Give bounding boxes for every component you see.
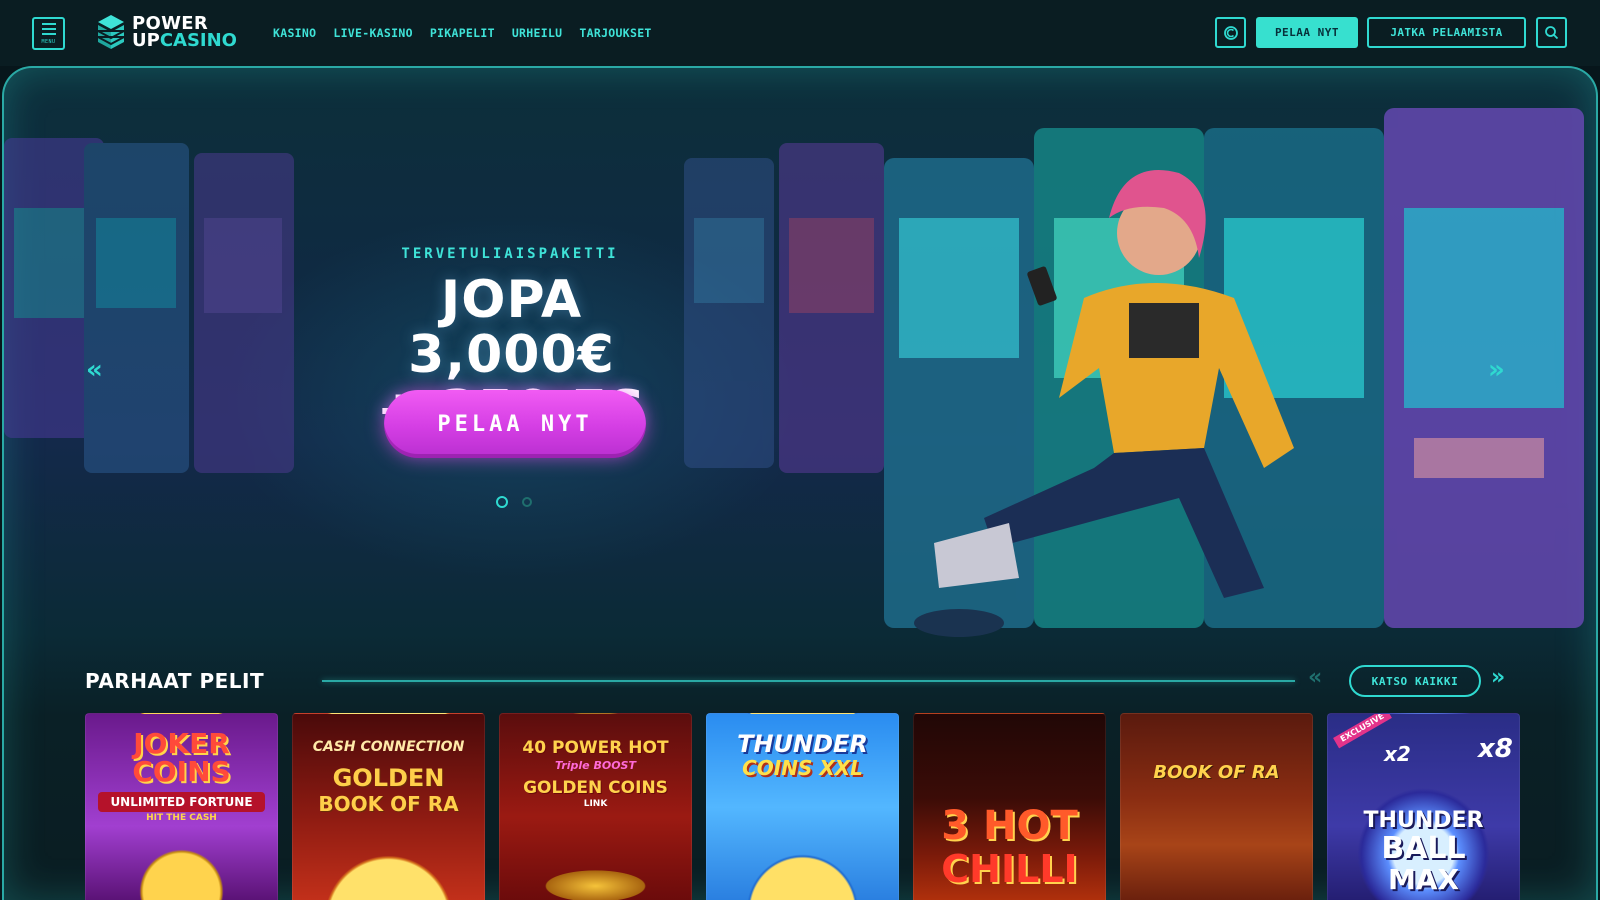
nav-urheilu[interactable]: URHEILU [512, 26, 563, 40]
games-prev-arrow-icon[interactable]: « [1308, 665, 1322, 690]
nav-live-kasino[interactable]: LIVE-KASINO [333, 26, 412, 40]
game-card[interactable]: JOKER COINS UNLIMITED FORTUNE HIT THE CA… [85, 713, 278, 900]
games-carousel: JOKER COINS UNLIMITED FORTUNE HIT THE CA… [85, 713, 1520, 900]
game-subtitle: MAX [1387, 863, 1460, 896]
nav-tarjoukset[interactable]: TARJOUKSET [579, 26, 651, 40]
hamburger-icon-bar [41, 27, 56, 30]
game-tag: LINK [583, 799, 608, 809]
logo-line2b: CASINO [159, 30, 237, 51]
game-card[interactable]: 3 HOT CHILLI [913, 713, 1106, 900]
logo[interactable]: POWER UPCASINO [96, 13, 237, 51]
game-subtitle: GOLDEN COINS [523, 778, 668, 798]
search-button[interactable] [1536, 17, 1567, 48]
game-title-b: BALL [1381, 831, 1466, 866]
game-title-a: THUNDER [737, 730, 868, 758]
hero-prev-arrow-icon[interactable]: « [86, 355, 103, 385]
hero-next-arrow-icon[interactable]: » [1488, 355, 1505, 385]
hamburger-icon [41, 22, 56, 25]
game-title-b: CHILLI [941, 847, 1078, 891]
game-title-b: COINS XXL [742, 756, 863, 780]
game-title-a: CASH CONNECTION [312, 739, 465, 755]
nav-kasino[interactable]: KASINO [273, 26, 316, 40]
game-title-a: BOOK OF RA [1153, 762, 1280, 783]
hero-kicker: TERVETULIAISPAKETTI [401, 246, 619, 262]
hero-pagination [496, 496, 532, 508]
continue-playing-button[interactable]: JATKA PELAAMISTA [1367, 17, 1526, 48]
search-icon [1545, 26, 1559, 40]
game-title-b: COINS [132, 755, 231, 788]
see-all-button[interactable]: KATSO KAIKKI [1349, 665, 1481, 697]
hero-play-now-button[interactable]: PELAA NYT [384, 390, 646, 458]
main-content-frame: TERVETULIAISPAKETTI JOPA 3,000€ + 350 FS… [2, 66, 1598, 900]
hamburger-icon-bar [41, 32, 56, 35]
top-navbar: MENU POWER UPCASINO KASINO LIVE-KASINO P… [0, 0, 1600, 66]
logo-line2a: UP [132, 30, 160, 51]
hero-dot[interactable] [522, 497, 532, 507]
hero-background-art [4, 108, 1584, 637]
game-card[interactable]: THUNDER COINS XXL [706, 713, 899, 900]
game-card[interactable]: 40 POWER HOT Triple BOOST GOLDEN COINS L… [499, 713, 692, 900]
section-title: PARHAAT PELIT [85, 669, 265, 693]
game-title-a: 3 HOT [941, 803, 1078, 849]
game-subtitle: BOOK OF RA [318, 792, 459, 816]
hero-title-line2: 3,000€ [408, 325, 615, 385]
game-title-b: GOLDEN [332, 764, 445, 792]
hero-title-line1: JOPA [440, 270, 583, 330]
menu-button[interactable]: MENU [32, 17, 65, 50]
currency-button[interactable] [1215, 17, 1246, 48]
game-multiplier-a: x2 [1384, 742, 1411, 766]
game-tag: HIT THE CASH [146, 813, 217, 823]
main-nav: KASINO LIVE-KASINO PIKAPELIT URHEILU TAR… [273, 26, 652, 40]
game-title-b: Triple BOOST [555, 759, 636, 772]
hero-dot-active[interactable] [496, 496, 508, 508]
refresh-coin-icon [1223, 25, 1238, 40]
header-play-now-button[interactable]: PELAA NYT [1256, 17, 1358, 48]
game-title-a: 40 POWER HOT [522, 738, 669, 758]
game-card[interactable]: BOOK OF RA [1120, 713, 1313, 900]
game-title-a: JOKER [133, 727, 230, 760]
game-multiplier-b: x8 [1478, 734, 1513, 764]
menu-label: MENU [41, 38, 56, 45]
game-card[interactable]: EXCLUSIVE x2 x8 THUNDER BALL MAX [1327, 713, 1520, 900]
game-title-a: THUNDER [1363, 808, 1484, 833]
game-subtitle: UNLIMITED FORTUNE [98, 792, 265, 812]
logo-icon [97, 15, 125, 49]
section-divider [322, 680, 1295, 682]
nav-pikapelit[interactable]: PIKAPELIT [430, 26, 495, 40]
game-card[interactable]: CASH CONNECTION GOLDEN BOOK OF RA [292, 713, 485, 900]
games-next-arrow-icon[interactable]: » [1491, 665, 1505, 690]
